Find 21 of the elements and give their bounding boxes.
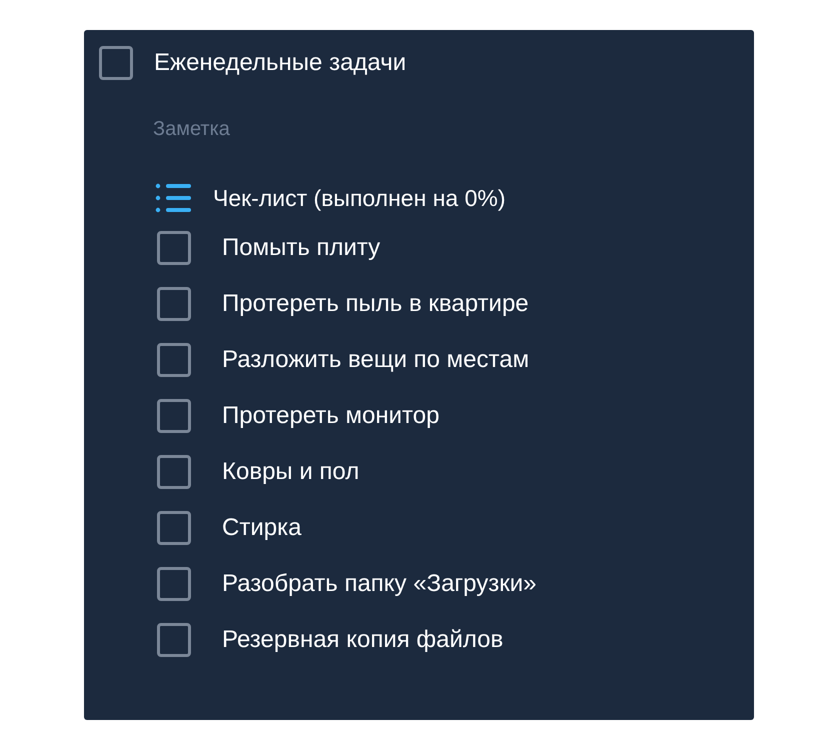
item-checkbox[interactable] [157, 511, 191, 545]
task-title: Еженедельные задачи [154, 48, 406, 78]
item-checkbox[interactable] [157, 399, 191, 433]
item-label: Протереть пыль в квартире [222, 289, 529, 319]
item-label: Разобрать папку «Загрузки» [222, 569, 537, 599]
item-label: Стирка [222, 513, 302, 543]
item-checkbox[interactable] [157, 567, 191, 601]
item-label: Протереть монитор [222, 401, 440, 431]
note-field[interactable]: Заметка [153, 115, 653, 143]
checklist-icon [155, 183, 191, 213]
item-checkbox[interactable] [157, 287, 191, 321]
checklist-title: Чек-лист (выполнен на 0%) [213, 184, 506, 213]
item-checkbox[interactable] [157, 343, 191, 377]
item-label: Резервная копия файлов [222, 625, 504, 655]
item-checkbox[interactable] [157, 623, 191, 657]
item-label: Разложить вещи по местам [222, 345, 530, 375]
task-checkbox[interactable] [99, 46, 133, 80]
item-label: Помыть плиту [222, 233, 380, 263]
item-checkbox[interactable] [157, 231, 191, 265]
item-checkbox[interactable] [157, 455, 191, 489]
item-label: Ковры и пол [222, 457, 360, 487]
